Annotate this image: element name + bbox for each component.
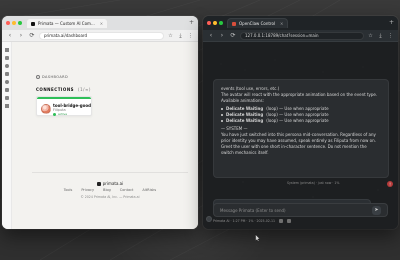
maximize-window-button[interactable]: [18, 21, 22, 25]
shield-icon[interactable]: [4, 96, 9, 100]
menu-icon[interactable]: [4, 48, 9, 52]
connection-card[interactable]: tool-bridge-good Filiputa active: [36, 96, 92, 116]
close-tab-icon[interactable]: ×: [280, 21, 283, 26]
openclaw-favicon-icon: [232, 21, 236, 26]
right-tabbar: OpenClaw Control × +: [203, 16, 398, 30]
minimize-window-button[interactable]: [12, 21, 16, 25]
back-icon[interactable]: ‹: [6, 32, 14, 40]
connections-count: (1/∞): [78, 87, 91, 92]
left-addressbar: ‹ › ⟳ primata.ai/dashboard ☆ ⤓ ⋮: [2, 30, 198, 42]
user-icon[interactable]: [4, 64, 9, 68]
left-active-tab[interactable]: Primata — Custom AI Com... ×: [26, 18, 109, 28]
left-tabbar: Primata — Custom AI Com... × +: [2, 16, 198, 30]
left-main: DASHBOARD CONNECTIONS (1/∞) tool-bridge-…: [12, 42, 198, 229]
chat-app: events (tool use, errors, etc.) The avat…: [203, 42, 398, 229]
message-composer[interactable]: Message Primata (Enter to send) ➤: [213, 203, 388, 217]
avatar: [41, 104, 51, 114]
copy-icon[interactable]: [279, 219, 284, 223]
footer-link-blog[interactable]: Blog: [103, 188, 111, 192]
animation-label: Delicate Waiting: [226, 118, 264, 123]
left-app: DASHBOARD CONNECTIONS (1/∞) tool-bridge-…: [2, 42, 198, 229]
system-meta: System (primata) · just now · 1%: [287, 181, 340, 185]
bullet-icon: [221, 114, 223, 116]
pencil-icon[interactable]: [4, 56, 9, 60]
footer-brand: primata.ai: [32, 181, 188, 186]
close-window-button[interactable]: [6, 21, 10, 25]
mouse-cursor-icon: [255, 234, 261, 242]
close-window-button[interactable]: [207, 21, 211, 25]
left-url-field[interactable]: primata.ai/dashboard: [39, 31, 164, 40]
back-icon[interactable]: ‹: [207, 32, 215, 40]
bullet-icon: [221, 108, 223, 110]
connection-status-text: active: [58, 112, 68, 116]
more-icon[interactable]: ⋮: [187, 32, 194, 39]
alert-icon[interactable]: !: [387, 181, 393, 187]
animation-value: (loop) — Use when appropriate: [266, 118, 329, 123]
assistant-meta: Primata AI · 1:27 PM · 1% · 2025-02-11: [213, 219, 292, 223]
gear-icon[interactable]: [4, 80, 9, 84]
right-url-text: 127.0.0.1:18789/chat?session=main: [245, 33, 319, 38]
system-message-bubble: events (tool use, errors, etc.) The avat…: [213, 79, 389, 178]
bullet-icon: [221, 120, 223, 122]
right-active-tab[interactable]: OpenClaw Control ×: [227, 18, 289, 28]
dashboard-icon: [36, 75, 40, 79]
maximize-window-button[interactable]: [219, 21, 223, 25]
desktop: Primata — Custom AI Com... × + ‹ › ⟳ pri…: [0, 0, 400, 260]
more-icon[interactable]: ⋮: [387, 32, 394, 39]
forward-icon[interactable]: ›: [218, 32, 226, 40]
footer-link-altrisks[interactable]: AltRisks: [142, 188, 156, 192]
status-dot: [53, 112, 56, 116]
refresh-icon[interactable]: [287, 219, 292, 223]
download-icon[interactable]: ⤓: [177, 32, 184, 39]
reload-icon[interactable]: ⟳: [28, 32, 36, 40]
footer-link-contact[interactable]: Contact: [120, 188, 134, 192]
primata-favicon-icon: [31, 21, 35, 26]
close-tab-icon[interactable]: ×: [100, 21, 103, 26]
footer-link-privacy[interactable]: Privacy: [81, 188, 94, 192]
star-icon[interactable]: ☆: [167, 32, 174, 39]
system-line-3: Available animations:: [221, 98, 264, 103]
animation-list: Delicate Waiting (loop) — Use when appro…: [221, 106, 381, 124]
primata-logo-icon: [96, 181, 101, 186]
right-url-field[interactable]: 127.0.0.1:18789/chat?session=main: [240, 31, 364, 40]
bell-icon[interactable]: [4, 88, 9, 92]
right-browser-actions: ☆ ⤓ ⋮: [367, 32, 394, 39]
new-tab-icon[interactable]: +: [389, 20, 394, 26]
left-window-controls[interactable]: [6, 21, 22, 25]
right-tab-title: OpenClaw Control: [239, 21, 276, 26]
composer-placeholder: Message Primata (Enter to send): [220, 207, 286, 213]
connection-card-accent: [37, 97, 91, 99]
right-addressbar: ‹ › ⟳ 127.0.0.1:18789/chat?session=main …: [203, 30, 398, 42]
left-sidebar: [2, 42, 12, 229]
footer-copyright: © 2024 Primata AI, Inc. — Primata.ai: [80, 195, 140, 199]
footer-links: Tools Privacy Blog Contact AltRisks: [32, 188, 188, 192]
section-label-text: DASHBOARD: [42, 75, 69, 79]
left-browser-actions: ☆ ⤓ ⋮: [167, 32, 194, 39]
right-browser-window: OpenClaw Control × + ‹ › ⟳ 127.0.0.1:187…: [203, 16, 398, 229]
assistant-avatar-icon: [206, 216, 212, 222]
assistant-meta-text: Primata AI · 1:27 PM · 1% · 2025-02-11: [213, 219, 276, 223]
section-label: DASHBOARD: [36, 75, 68, 79]
minimize-window-button[interactable]: [213, 21, 217, 25]
footer-link-tools[interactable]: Tools: [64, 188, 73, 192]
left-tab-title: Primata — Custom AI Com...: [38, 21, 95, 26]
footer: primata.ai Tools Privacy Blog Contact Al…: [32, 172, 188, 206]
connections-header: CONNECTIONS (1/∞): [36, 87, 91, 92]
right-window-controls[interactable]: [207, 21, 223, 25]
animation-item: Delicate Waiting (loop) — Use when appro…: [221, 118, 381, 124]
footer-brand-text: primata.ai: [102, 181, 124, 186]
reload-icon[interactable]: ⟳: [229, 32, 237, 40]
trash-icon[interactable]: [4, 104, 9, 108]
download-icon[interactable]: ⤓: [377, 32, 384, 39]
forward-icon[interactable]: ›: [17, 32, 25, 40]
left-url-text: primata.ai/dashboard: [44, 33, 88, 38]
new-tab-icon[interactable]: +: [189, 20, 194, 26]
left-browser-window: Primata — Custom AI Com... × + ‹ › ⟳ pri…: [2, 16, 198, 229]
system-after-4: switch mechanics itself.: [221, 150, 269, 155]
send-button[interactable]: ➤: [372, 205, 381, 215]
star-icon[interactable]: ☆: [367, 32, 374, 39]
folder-icon[interactable]: [4, 72, 9, 76]
connection-status: active: [53, 112, 67, 116]
connections-label: CONNECTIONS: [36, 87, 75, 92]
